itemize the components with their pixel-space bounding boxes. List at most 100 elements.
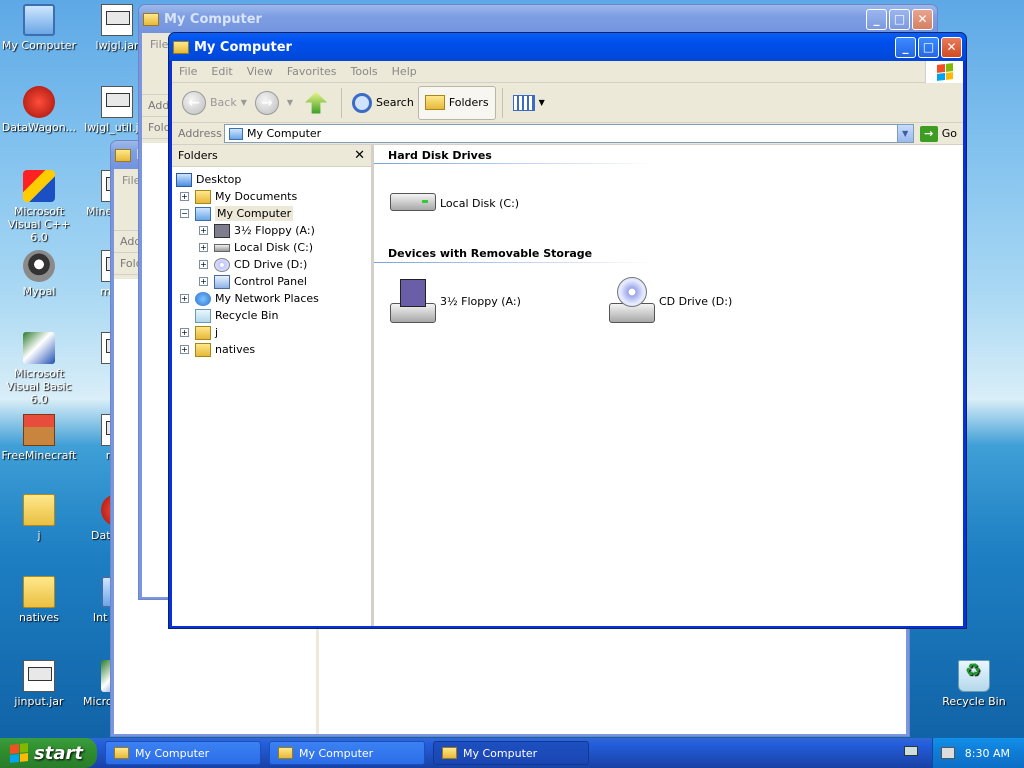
minimize-button[interactable]: _ [866,8,887,30]
tree-item-local-disk[interactable]: + Local Disk (C:) [172,239,371,256]
desktop-icon-freeminecraft[interactable]: FreeMinecraft [0,414,78,462]
folder-icon [195,342,211,357]
address-input[interactable]: My Computer ▼ [224,124,914,143]
forward-arrow-icon: → [254,90,279,115]
drive-item-floppy[interactable]: 3½ Floppy (A:) [388,277,521,325]
maximize-button[interactable]: □ [889,8,910,30]
expand-icon[interactable]: + [180,345,189,354]
start-label: start [34,742,83,764]
menu-tools[interactable]: Tools [344,65,385,78]
desktop-icon-label: Recycle Bin [942,695,1006,708]
drive-item-local-disk[interactable]: Local Disk (C:) [388,179,519,227]
expand-icon[interactable]: + [180,328,189,337]
expand-icon[interactable]: + [199,260,208,269]
expand-icon[interactable]: + [180,192,189,201]
tree-item-j[interactable]: + j [172,324,371,341]
tree-item-label: Control Panel [234,275,307,288]
close-icon[interactable]: ✕ [354,148,365,163]
tree-item-recycle-bin[interactable]: Recycle Bin [172,307,371,324]
minimize-button[interactable]: _ [895,36,916,58]
menu-view[interactable]: View [240,65,280,78]
chevron-down-icon[interactable]: ▼ [241,98,247,107]
desktop-icon-mypal[interactable]: Mypal [0,250,78,298]
desktop-icon-label: DataWagon... [1,121,77,134]
close-button[interactable]: ✕ [941,36,962,58]
tree-item-cd-drive[interactable]: + CD Drive (D:) [172,256,371,273]
keyboard-icon[interactable] [904,746,918,756]
clock[interactable]: 8:30 AM [965,747,1010,760]
taskbar-button-my-computer-2[interactable]: My Computer [269,741,425,765]
group-heading-hard-disk-drives: Hard Disk Drives [388,149,492,162]
title-bar[interactable]: My Computer _ □ ✕ [169,33,966,61]
visual-basic-icon [23,332,55,364]
taskbar-button-my-computer-1[interactable]: My Computer [105,741,261,765]
explorer-window-my-computer[interactable]: My Computer _ □ ✕ File Edit View Favorit… [168,32,967,629]
desktop-icon [176,172,192,187]
forward-button[interactable]: → ▼ [251,85,297,121]
jar-file-icon [101,4,133,36]
taskbar-button-my-computer-3[interactable]: My Computer [433,741,589,765]
desktop-icon-jinput[interactable]: jinput.jar [0,660,78,708]
expand-icon[interactable]: + [180,294,189,303]
menu-edit[interactable]: Edit [204,65,239,78]
expand-icon[interactable]: + [199,243,208,252]
folders-button[interactable]: Folders [417,85,496,120]
tree-item-desktop[interactable]: Desktop [172,171,371,188]
views-icon [512,94,535,111]
folder-icon [278,747,293,759]
tree-item-floppy[interactable]: + 3½ Floppy (A:) [172,222,371,239]
up-button[interactable] [297,85,335,121]
desktop-icon-visual-basic[interactable]: Microsoft Visual Basic 6.0 [0,332,78,406]
back-label: Back [210,96,237,109]
tree-item-label: j [215,326,219,339]
back-arrow-icon: ← [182,90,206,115]
content-pane: Hard Disk Drives Local Disk (C:) Devices… [374,145,963,626]
expand-icon[interactable]: + [199,277,208,286]
window-title: My Computer [164,11,262,27]
folders-label: Folders [448,96,489,109]
maximize-button[interactable]: □ [918,36,939,58]
volume-icon[interactable] [940,747,955,759]
group-heading-removable-storage: Devices with Removable Storage [388,247,593,260]
desktop-icon-my-computer[interactable]: My Computer [0,4,78,52]
toolbar-separator [501,87,503,118]
tree-item-control-panel[interactable]: + Control Panel [172,273,371,290]
taskbar: start My Computer My Computer My Compute… [0,738,1024,768]
window-title: My Computer [194,39,292,55]
views-button[interactable]: ▼ [509,85,549,121]
desktop-icon-label: j [37,529,41,542]
drive-item-cd-drive[interactable]: CD Drive (D:) [607,277,732,325]
collapse-icon[interactable]: − [180,209,189,218]
search-button[interactable]: Search [348,85,418,121]
desktop-icon-folder-natives[interactable]: natives [0,576,78,624]
desktop-icon-visual-cpp[interactable]: Microsoft Visual C++ 6.0 [0,170,78,244]
title-bar[interactable]: My Computer _ □ ✕ [139,5,937,33]
desktop-icon-folder-j[interactable]: j [0,494,78,542]
folder-icon [114,747,129,759]
menu-favorites[interactable]: Favorites [280,65,344,78]
tree-item-my-computer[interactable]: − My Computer [172,205,371,222]
desktop-icon-recycle-bin[interactable]: Recycle Bin [935,660,1013,708]
tree-item-network-places[interactable]: + My Network Places [172,290,371,307]
recycle-bin-icon [195,308,211,323]
minecraft-icon [23,414,55,446]
datawagon-icon [23,86,55,118]
go-button[interactable]: → Go [914,125,963,142]
menu-help[interactable]: Help [385,65,424,78]
desktop-icon-label: Microsoft Visual C++ 6.0 [7,205,71,244]
tree-item-label: My Network Places [215,292,319,305]
menu-file[interactable]: File [172,65,204,78]
go-arrow-icon: → [919,125,938,142]
hard-disk-icon [214,243,230,252]
tree-item-natives[interactable]: + natives [172,341,371,358]
back-button[interactable]: ← Back ▼ [178,85,251,121]
tree-item-my-documents[interactable]: + My Documents [172,188,371,205]
desktop-icon-datawagon[interactable]: DataWagon... [0,86,78,134]
control-panel-icon [214,274,230,289]
address-dropdown-button[interactable]: ▼ [896,125,913,142]
start-button[interactable]: start [0,738,97,768]
close-button[interactable]: ✕ [912,8,933,30]
up-folder-icon [305,91,328,114]
chevron-down-icon[interactable]: ▼ [287,98,293,107]
expand-icon[interactable]: + [199,226,208,235]
